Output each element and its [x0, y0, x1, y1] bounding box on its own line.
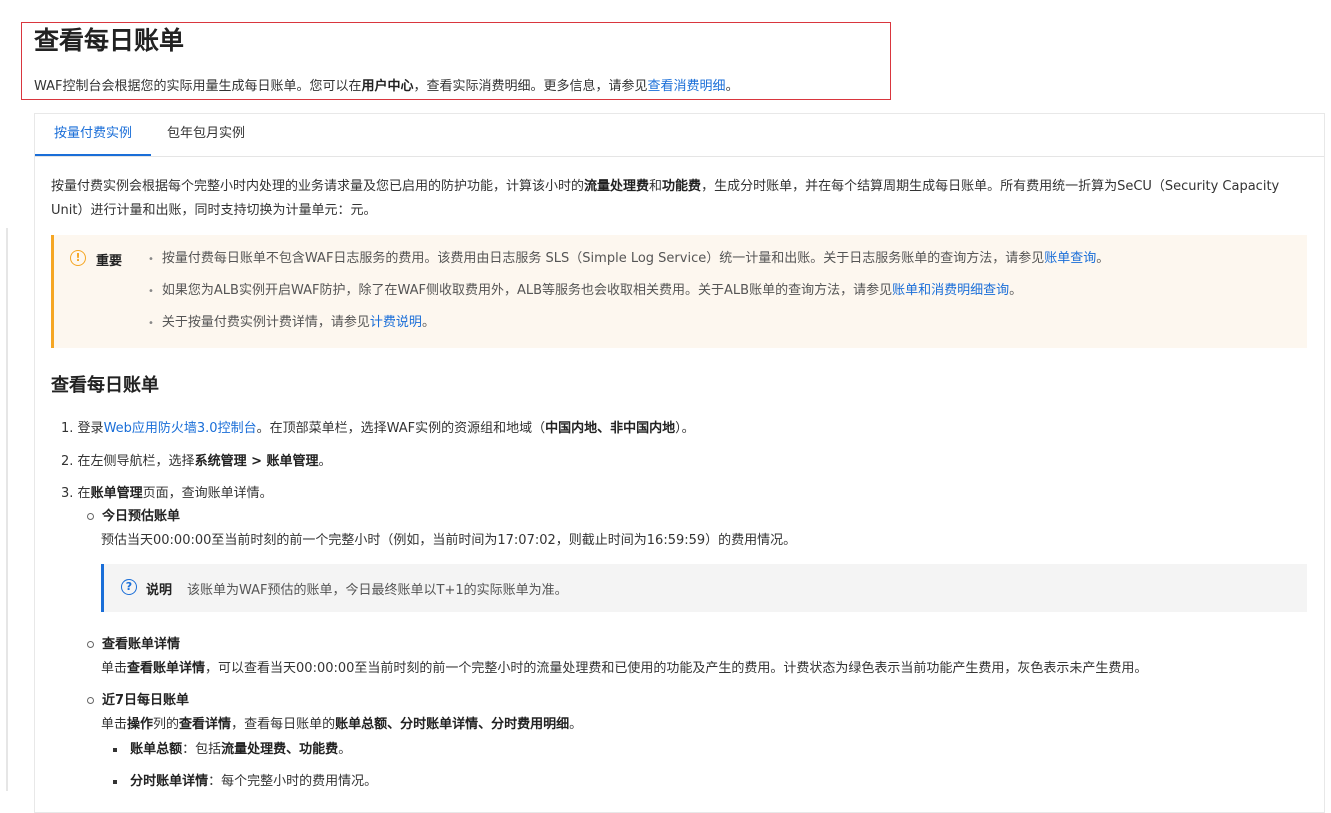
bill-detail-description: 单击查看账单详情，可以查看当天00:00:00至当前时刻的前一个完整小时的流量处…: [101, 657, 1147, 676]
step-number: 2.: [61, 454, 74, 469]
section-title: 查看每日账单: [51, 375, 159, 396]
sub-item-text: 。: [338, 742, 352, 757]
bill-management-text: 账单管理: [90, 486, 143, 501]
sub-item-text: ：每个完整小时的费用情况。: [208, 774, 378, 789]
function-fee-text: 功能费: [662, 179, 702, 194]
today-estimate-title: 今日预估账单: [102, 509, 181, 524]
menu-path-text: 系统管理 > 账单管理: [194, 454, 319, 469]
week-text: ，查看每日账单的: [231, 717, 336, 732]
intro-text-part: WAF控制台会根据您的实际用量生成每日账单。您可以在: [34, 79, 362, 94]
sub-item-label: 账单总额: [130, 742, 183, 757]
notice-item-end: 。: [1009, 283, 1023, 298]
description-text: 按量付费实例会根据每个完整小时内处理的业务请求量及您已启用的防护功能，计算该小时…: [51, 179, 585, 194]
page-title: 查看每日账单: [34, 26, 185, 55]
week-text: 。: [569, 717, 583, 732]
operation-column-text: 操作: [127, 717, 154, 732]
step-text: 在: [77, 486, 91, 501]
intro-text-part: ，查看实际消费明细。更多信息，请参见: [413, 79, 648, 94]
step-3: 3. 在账单管理页面，查询账单详情。: [61, 482, 273, 501]
traffic-fee-text: 流量处理费: [584, 179, 650, 194]
step-text: 登录: [77, 421, 104, 436]
week-text: 列的: [153, 717, 180, 732]
notice-item-text: 关于按量付费实例计费详情，请参见: [161, 315, 370, 330]
notice-item: 按量付费每日账单不包含WAF日志服务的费用。该费用由日志服务 SLS（Simpl…: [148, 250, 1109, 269]
step-text: 在左侧导航栏，选择: [77, 454, 195, 469]
left-divider: [6, 228, 8, 791]
sub-item-text: ：包括: [182, 742, 222, 757]
detail-text: 单击: [101, 661, 128, 676]
bill-sections-text: 账单总额、分时账单详情、分时费用明细: [335, 717, 570, 732]
weekly-bill-description: 单击操作列的查看详情，查看每日账单的账单总额、分时账单详情、分时费用明细。: [101, 713, 582, 732]
step-number: 3.: [61, 486, 74, 501]
billing-description-link[interactable]: 计费说明: [370, 315, 422, 330]
view-bill-details-text: 查看账单详情: [127, 661, 206, 676]
bill-details-query-link[interactable]: 账单和消费明细查询: [892, 283, 1009, 298]
description-text: 和: [649, 179, 663, 194]
sub-item-hourly: 分时账单详情：每个完整小时的费用情况。: [113, 770, 377, 789]
billing-description: 按量付费实例会根据每个完整小时内处理的业务请求量及您已启用的防护功能，计算该小时…: [51, 175, 1281, 223]
user-center-text: 用户中心: [361, 79, 414, 94]
step-number: 1.: [61, 421, 74, 436]
tab-bar: 按量付费实例 包年包月实例: [35, 114, 1324, 157]
notice-item: 如果您为ALB实例开启WAF防护，除了在WAF侧收取费用外，ALB等服务也会收取…: [148, 282, 1022, 301]
today-estimate-description: 预估当天00:00:00至当前时刻的前一个完整小时（例如，当前时间为17:07:…: [101, 533, 797, 548]
intro-text-part: 。: [725, 79, 739, 94]
step-text: ）。: [675, 421, 695, 436]
important-notice: ! 重要 按量付费每日账单不包含WAF日志服务的费用。该费用由日志服务 SLS（…: [51, 235, 1307, 348]
notice-item: 关于按量付费实例计费详情，请参见计费说明。: [148, 314, 435, 333]
tab-pay-as-you-go[interactable]: 按量付费实例: [35, 114, 151, 156]
weekly-bill-title: 近7日每日账单: [102, 693, 190, 708]
note-box: ? 说明 该账单为WAF预估的账单，今日最终账单以T+1的实际账单为准。: [101, 564, 1307, 612]
week-text: 单击: [101, 717, 128, 732]
step-1: 1. 登录Web应用防火墙3.0控制台。在顶部菜单栏，选择WAF实例的资源组和地…: [61, 417, 695, 436]
detail-text: ，可以查看当天00:00:00至当前时刻的前一个完整小时的流量处理费和已使用的功…: [205, 661, 1148, 676]
sub-item-fees: 流量处理费、功能费: [221, 742, 339, 757]
weekly-bill-heading: 近7日每日账单: [87, 689, 189, 708]
bill-query-link[interactable]: 账单查询: [1044, 251, 1096, 266]
tab-subscription[interactable]: 包年包月实例: [167, 114, 257, 156]
sub-item-total: 账单总额：包括流量处理费、功能费。: [113, 738, 351, 757]
notice-item-text: 按量付费每日账单不包含WAF日志服务的费用。该费用由日志服务 SLS（Simpl…: [161, 251, 1045, 266]
consumption-details-link[interactable]: 查看消费明细: [648, 79, 726, 94]
notice-item-end: 。: [421, 315, 435, 330]
view-details-text: 查看详情: [179, 717, 232, 732]
step-text: 。在顶部菜单栏，选择WAF实例的资源组和地域（: [256, 421, 546, 436]
warning-icon: !: [70, 250, 86, 266]
notice-item-text: 如果您为ALB实例开启WAF防护，除了在WAF侧收取费用外，ALB等服务也会收取…: [161, 283, 893, 298]
bill-detail-heading: 查看账单详情: [87, 633, 180, 652]
intro-text: WAF控制台会根据您的实际用量生成每日账单。您可以在用户中心，查看实际消费明细。…: [34, 75, 739, 94]
region-text: 中国内地、非中国内地: [545, 421, 676, 436]
sub-item-label: 分时账单详情: [130, 774, 209, 789]
waf-console-link[interactable]: Web应用防火墙3.0控制台: [104, 421, 257, 436]
question-icon: ?: [121, 579, 137, 595]
notice-label: 重要: [96, 254, 123, 269]
content-panel: 按量付费实例 包年包月实例 按量付费实例会根据每个完整小时内处理的业务请求量及您…: [34, 113, 1325, 813]
step-text: 页面，查询账单详情。: [142, 486, 273, 501]
bill-detail-title: 查看账单详情: [102, 637, 181, 652]
note-text: 该账单为WAF预估的账单，今日最终账单以T+1的实际账单为准。: [187, 583, 568, 598]
note-label: 说明: [146, 583, 173, 598]
notice-item-end: 。: [1096, 251, 1110, 266]
step-2: 2. 在左侧导航栏，选择系统管理 > 账单管理。: [61, 450, 332, 469]
today-estimate-heading: 今日预估账单: [87, 505, 180, 524]
step-text: 。: [318, 454, 332, 469]
